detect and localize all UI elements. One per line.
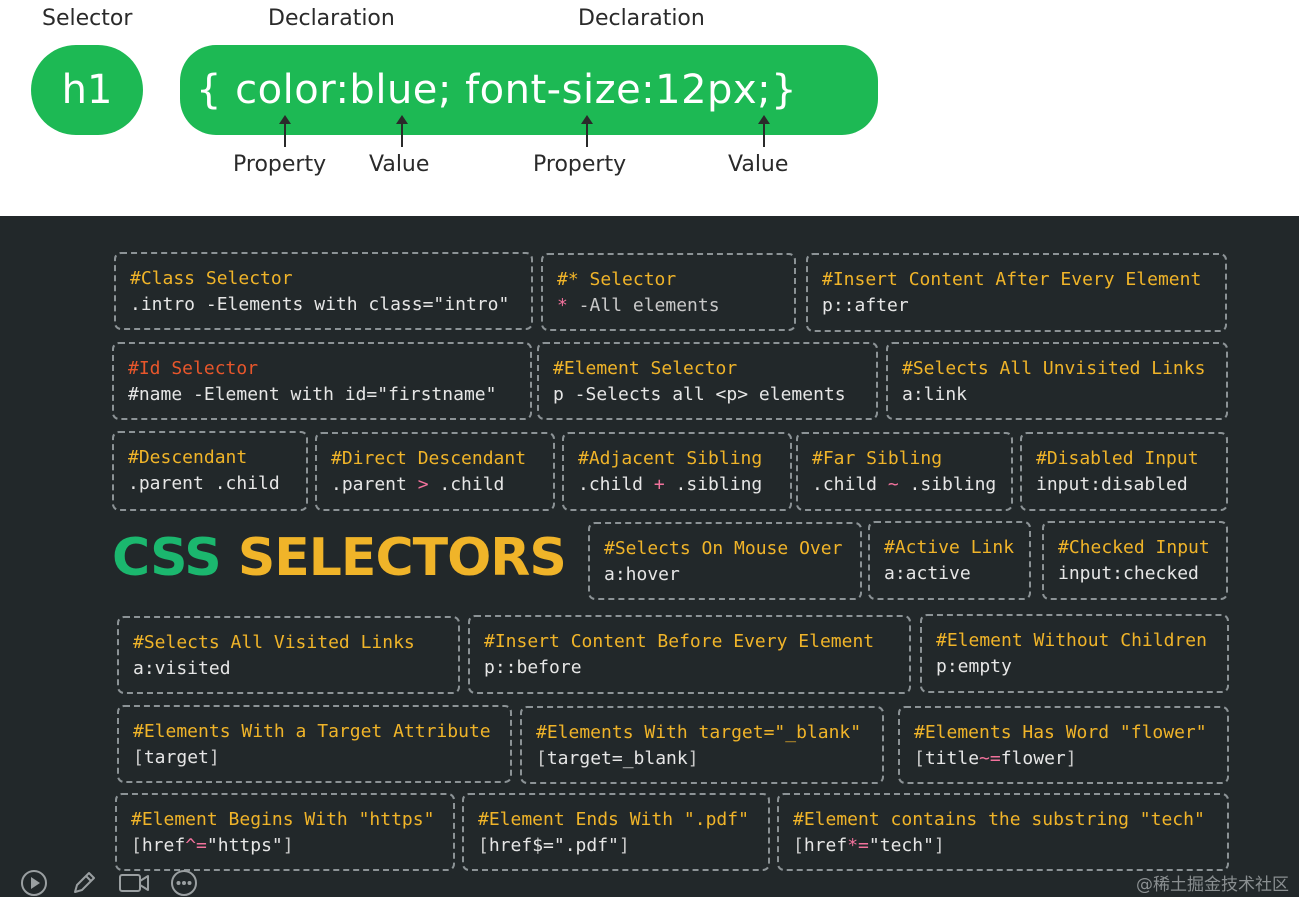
card-code: [target=_blank] — [536, 748, 699, 769]
selector-card: #Selects On Mouse Over a:hover — [588, 522, 862, 600]
card-code: .parent > .child — [331, 474, 505, 495]
selector-card: #Insert Content After Every Element p::a… — [806, 253, 1227, 332]
card-code: a:hover — [604, 564, 680, 585]
card-code: a:active — [884, 563, 971, 584]
card-code: input:disabled — [1036, 474, 1188, 495]
card-title: #Insert Content After Every Element — [822, 269, 1202, 290]
card-title: #Elements With a Target Attribute — [133, 721, 491, 742]
selector-card: #Adjacent Sibling .child + .sibling — [562, 432, 792, 511]
card-title: #* Selector — [557, 269, 677, 290]
card-code: #name -Element with id="firstname" — [128, 384, 497, 405]
selector-card: #* Selector * -All elements — [541, 253, 796, 331]
watermark: @稀土掘金技术社区 — [1136, 875, 1289, 895]
selector-card: #Insert Content Before Every Element p::… — [468, 615, 911, 694]
card-code: [href^="https"] — [131, 835, 294, 856]
declaration-label-1: Declaration — [268, 6, 395, 31]
card-title: #Far Sibling — [812, 448, 943, 469]
player-toolbar — [18, 868, 200, 897]
card-title: #Insert Content Before Every Element — [484, 631, 875, 652]
card-title: #Elements Has Word "flower" — [914, 722, 1207, 743]
value-label-2: Value — [728, 152, 789, 177]
card-title: #Disabled Input — [1036, 448, 1199, 469]
card-code: p -Selects all <p> elements — [553, 384, 846, 405]
property-label-1: Property — [233, 152, 327, 177]
card-title: #Element Selector — [553, 358, 738, 379]
card-code: a:link — [902, 384, 968, 405]
card-title: #Selects On Mouse Over — [604, 538, 843, 559]
selector-card: #Element contains the substring "tech" [… — [777, 793, 1229, 871]
card-code: .intro -Elements with class="intro" — [130, 294, 510, 315]
card-code: * -All elements — [557, 295, 720, 316]
selector-card: #Element Ends With ".pdf" [href$=".pdf"] — [462, 793, 770, 871]
selector-label: Selector — [42, 6, 133, 31]
more-icon[interactable] — [168, 869, 200, 897]
selector-card: #Elements With a Target Attribute [targe… — [117, 705, 512, 783]
cheatsheet-title: CSS SELECTORS — [112, 528, 567, 588]
selector-pill: h1 — [31, 45, 143, 135]
card-code: p::before — [484, 657, 582, 678]
css-rule-anatomy: Selector Declaration Declaration h1 { co… — [0, 0, 1299, 216]
play-icon[interactable] — [18, 869, 50, 897]
card-title: #Selects All Unvisited Links — [902, 358, 1206, 379]
card-title: #Active Link — [884, 537, 1015, 558]
card-title: #Id Selector — [128, 358, 259, 379]
selector-card: #Class Selector .intro -Elements with cl… — [114, 252, 533, 330]
value-label-1: Value — [369, 152, 430, 177]
property-arrow-1 — [279, 115, 291, 147]
card-code: .child ~ .sibling — [812, 474, 997, 495]
selector-card: #Selects All Unvisited Links a:link — [886, 342, 1228, 420]
css-selectors-cheatsheet: #Class Selector .intro -Elements with cl… — [0, 216, 1299, 897]
card-title: #Element contains the substring "tech" — [793, 809, 1205, 830]
card-title: #Adjacent Sibling — [578, 448, 763, 469]
selector-card: #Descendant .parent .child — [112, 431, 308, 511]
property-label-2: Property — [533, 152, 627, 177]
card-code: [href$=".pdf"] — [478, 835, 630, 856]
selector-card: #Active Link a:active — [868, 521, 1031, 600]
selector-card: #Id Selector #name -Element with id="fir… — [112, 342, 532, 420]
card-title: #Element Without Children — [936, 630, 1207, 651]
declaration-label-2: Declaration — [578, 6, 705, 31]
card-code: .parent .child — [128, 473, 280, 494]
card-code: a:visited — [133, 658, 231, 679]
card-code: input:checked — [1058, 563, 1199, 584]
camera-icon[interactable] — [118, 869, 150, 897]
card-title: #Descendant — [128, 447, 248, 468]
card-code: [target] — [133, 747, 220, 768]
selector-card: #Disabled Input input:disabled — [1020, 432, 1228, 511]
value-arrow-1 — [396, 115, 408, 147]
card-title: #Direct Descendant — [331, 448, 527, 469]
card-title: #Class Selector — [130, 268, 293, 289]
card-title: #Checked Input — [1058, 537, 1210, 558]
card-title: #Selects All Visited Links — [133, 632, 415, 653]
card-code: .child + .sibling — [578, 474, 763, 495]
pencil-icon[interactable] — [68, 869, 100, 897]
card-title: #Elements With target="_blank" — [536, 722, 862, 743]
selector-card: #Checked Input input:checked — [1042, 521, 1228, 600]
card-title: #Element Begins With "https" — [131, 809, 435, 830]
card-title: #Element Ends With ".pdf" — [478, 809, 749, 830]
property-arrow-2 — [581, 115, 593, 147]
selector-card: #Elements Has Word "flower" [title~=flow… — [898, 706, 1229, 784]
card-code: p:empty — [936, 656, 1012, 677]
selector-card: #Element Begins With "https" [href^="htt… — [115, 793, 455, 871]
selector-card: #Direct Descendant .parent > .child — [315, 432, 555, 511]
selector-card: #Selects All Visited Links a:visited — [117, 616, 460, 694]
value-arrow-2 — [758, 115, 770, 147]
selector-card: #Elements With target="_blank" [target=_… — [520, 706, 884, 784]
selector-card: #Element Without Children p:empty — [920, 614, 1229, 693]
selector-card: #Element Selector p -Selects all <p> ele… — [537, 342, 878, 420]
card-code: [href*="tech"] — [793, 835, 945, 856]
selector-card: #Far Sibling .child ~ .sibling — [796, 432, 1013, 511]
card-code: p::after — [822, 295, 909, 316]
card-code: [title~=flower] — [914, 748, 1077, 769]
